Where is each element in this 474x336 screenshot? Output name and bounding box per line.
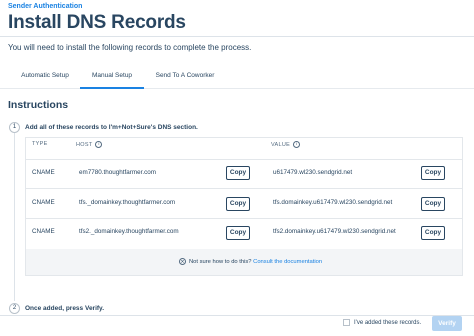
row-3-value: tfs2.domainkey.u617479.wl230.sendgrid.ne… [273,228,396,235]
step-1-text: Add all of these records to I'm+Not+Sure… [25,124,198,131]
row-2-type: CNAME [32,199,55,206]
step-1-number: 1 [9,122,20,133]
tab-send-to-coworker[interactable]: Send To A Coworker [150,63,220,89]
copy-value-button[interactable]: Copy [421,166,445,180]
page-subtitle: You will need to install the following r… [8,43,252,52]
records-added-checkbox[interactable] [343,319,350,326]
close-circle-icon: × [179,258,186,265]
step-2-text: Once added, press Verify. [25,305,104,312]
step-connector [14,133,15,301]
help-message: × Not sure how to do this? Consult the do… [179,258,322,265]
tab-automatic-setup[interactable]: Automatic Setup [12,63,78,89]
row-divider [25,159,463,160]
value-info-icon[interactable]: i [293,141,301,148]
copy-value-button[interactable]: Copy [421,197,445,211]
column-header-type: TYPE [32,141,48,147]
row-1-value: u617479.wl230.sendgrid.net [273,169,353,176]
tab-manual-setup[interactable]: Manual Setup [80,63,144,89]
footer-divider [0,315,474,316]
row-2-value: tfs.domainkey.u617479.wl230.sendgrid.net [273,199,393,206]
documentation-link[interactable]: Consult the documentation [253,259,322,265]
row-divider [25,188,463,189]
breadcrumb: Sender Authentication [8,3,83,10]
copy-host-button[interactable]: Copy [226,197,250,211]
row-3-type: CNAME [32,228,55,235]
instructions-title: Instructions [8,99,69,111]
checkbox-label: I've added these records. [354,320,422,327]
row-3-host: tfs2._domainkey.thoughtfarmer.com [79,228,179,235]
row-2-host: tfs._domainkey.thoughtfarmer.com [79,199,176,206]
help-text: Not sure how to do this? [189,259,252,266]
records-added-checkbox-row[interactable]: I've added these records. [343,319,421,326]
header-divider [0,36,474,37]
step-2-number: 2 [9,303,20,314]
host-info-icon[interactable]: i [95,141,103,148]
row-1-host: em7780.thoughtfarmer.com [79,169,157,176]
copy-host-button[interactable]: Copy [226,226,250,240]
copy-host-button[interactable]: Copy [226,166,250,180]
page-title: Install DNS Records [8,12,186,33]
verify-button[interactable]: Verify [432,316,462,331]
row-1-type: CNAME [32,169,55,176]
copy-value-button[interactable]: Copy [421,226,445,240]
setup-tabs: Automatic Setup Manual Setup Send To A C… [0,63,474,89]
column-header-value: VALUE i [271,141,301,148]
column-header-host: HOST i [76,141,103,148]
row-divider [25,218,463,219]
